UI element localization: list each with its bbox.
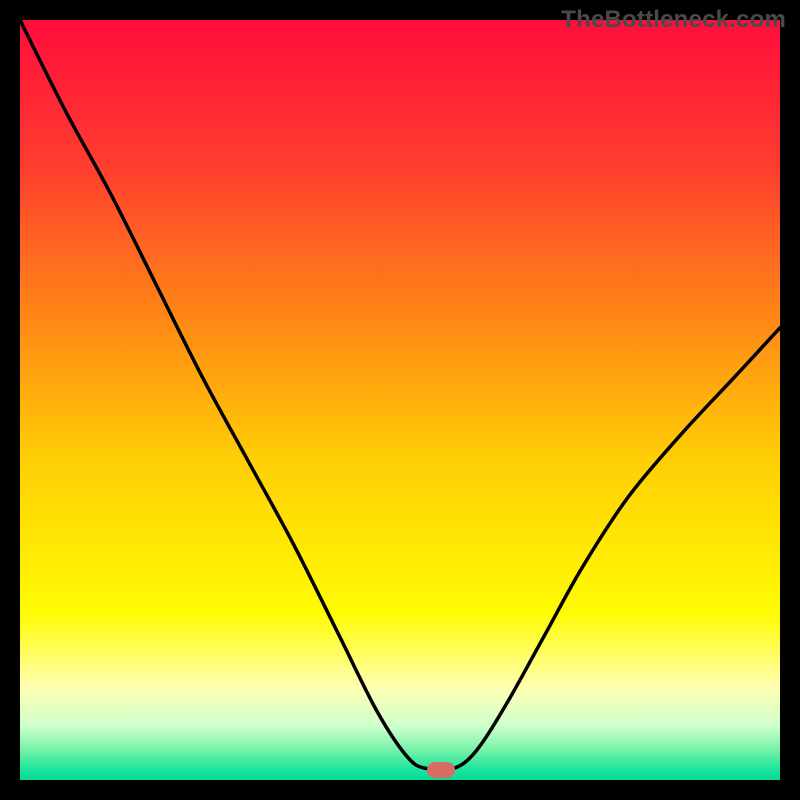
- watermark-text: TheBottleneck.com: [561, 6, 786, 34]
- plot-area: [20, 20, 780, 780]
- bottleneck-curve: [20, 20, 780, 780]
- optimal-marker: [427, 762, 455, 778]
- chart-container: TheBottleneck.com: [0, 0, 800, 800]
